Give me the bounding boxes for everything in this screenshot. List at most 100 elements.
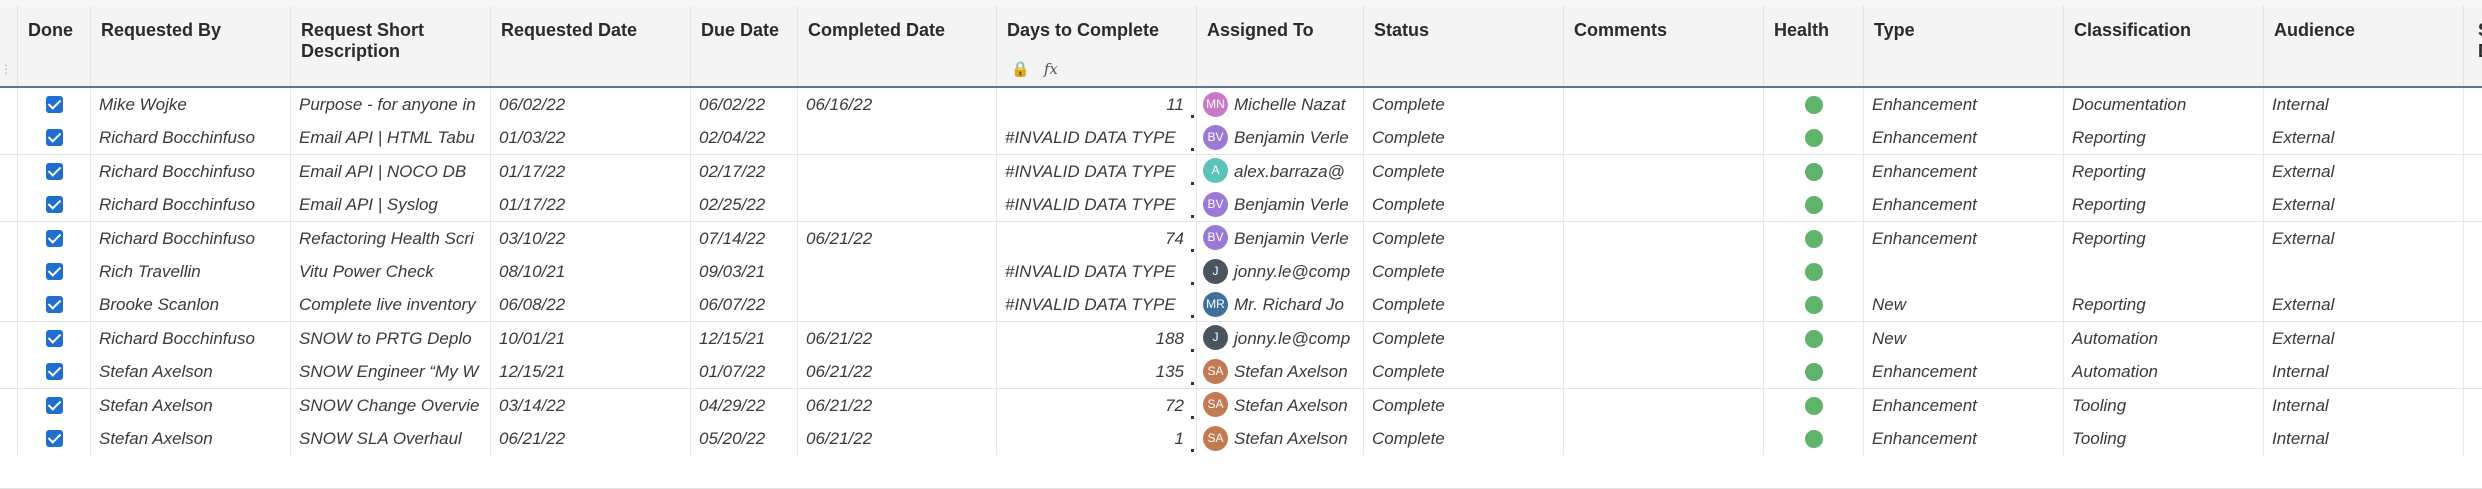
short-description-cell[interactable]: Complete live inventory (291, 288, 491, 322)
requested-by-cell[interactable]: Mike Wojke (91, 88, 291, 121)
row-drag-handle-icon[interactable]: ⋮ (0, 62, 12, 76)
status-cell[interactable]: Complete (1364, 288, 1564, 322)
comments-cell[interactable] (1564, 221, 1764, 255)
type-cell[interactable]: Enhancement (1864, 221, 2064, 255)
classification-cell[interactable]: Tooling (2064, 422, 2264, 455)
due-date-cell[interactable]: 07/14/22 (691, 221, 798, 255)
requested-date-cell[interactable]: 06/21/22 (491, 422, 691, 455)
type-cell[interactable]: Enhancement (1864, 121, 2064, 155)
comments-cell[interactable] (1564, 121, 1764, 155)
days-to-complete-cell[interactable]: 1 (997, 422, 1197, 455)
audience-cell[interactable]: External (2264, 221, 2464, 255)
extra-cell[interactable] (2464, 355, 2482, 388)
classification-cell[interactable]: Documentation (2064, 88, 2264, 121)
done-checkbox[interactable] (45, 196, 63, 214)
done-checkbox[interactable] (45, 129, 63, 147)
days-to-complete-cell[interactable]: 74 (997, 221, 1197, 255)
type-cell[interactable]: Enhancement (1864, 88, 2064, 121)
type-cell[interactable]: New (1864, 288, 2064, 322)
header-audience[interactable]: Audience (2264, 6, 2464, 86)
classification-cell[interactable]: Reporting (2064, 188, 2264, 222)
header-done[interactable]: Done (18, 6, 91, 86)
header-completed-date[interactable]: Completed Date (798, 6, 997, 86)
table-row[interactable]: Richard Bocchinfuso Email API | Syslog 0… (0, 188, 2482, 223)
requested-by-cell[interactable]: Brooke Scanlon (91, 288, 291, 322)
completed-date-cell[interactable] (798, 188, 997, 222)
extra-cell[interactable] (2464, 188, 2482, 221)
type-cell[interactable]: Enhancement (1864, 388, 2064, 422)
assigned-to-cell[interactable]: BV Benjamin Verle (1197, 221, 1364, 255)
days-to-complete-cell[interactable]: #INVALID DATA TYPE (997, 154, 1197, 188)
comments-cell[interactable] (1564, 88, 1764, 121)
done-cell[interactable] (18, 188, 91, 222)
due-date-cell[interactable]: 09/03/21 (691, 255, 798, 288)
due-date-cell[interactable]: 05/20/22 (691, 422, 798, 455)
empty-table-row[interactable] (0, 455, 2482, 489)
type-cell[interactable]: Enhancement (1864, 422, 2064, 455)
completed-date-cell[interactable]: 06/21/22 (798, 221, 997, 255)
status-cell[interactable]: Complete (1364, 255, 1564, 288)
type-cell[interactable]: Enhancement (1864, 355, 2064, 389)
days-to-complete-cell[interactable]: 135 (997, 355, 1197, 389)
extra-cell[interactable] (2464, 288, 2482, 321)
extra-cell[interactable] (2464, 422, 2482, 455)
done-cell[interactable] (18, 255, 91, 288)
health-cell[interactable] (1764, 255, 1864, 288)
done-checkbox[interactable] (45, 430, 63, 447)
extra-cell[interactable] (2464, 255, 2482, 288)
due-date-cell[interactable]: 02/25/22 (691, 188, 798, 222)
extra-cell[interactable] (2464, 155, 2482, 188)
extra-cell[interactable] (2464, 389, 2482, 422)
audience-cell[interactable]: External (2264, 321, 2464, 355)
short-description-cell[interactable]: SNOW Engineer “My W (291, 355, 491, 389)
days-to-complete-cell[interactable]: #INVALID DATA TYPE (997, 188, 1197, 222)
header-status[interactable]: Status (1364, 6, 1564, 86)
status-cell[interactable]: Complete (1364, 88, 1564, 121)
table-row[interactable]: Richard Bocchinfuso Refactoring Health S… (0, 221, 2482, 256)
type-cell[interactable]: Enhancement (1864, 154, 2064, 188)
requested-by-cell[interactable]: Stefan Axelson (91, 355, 291, 389)
completed-date-cell[interactable]: 06/21/22 (798, 355, 997, 389)
due-date-cell[interactable]: 02/17/22 (691, 154, 798, 188)
assigned-to-cell[interactable]: SA Stefan Axelson (1197, 422, 1364, 455)
requested-date-cell[interactable]: 06/02/22 (491, 88, 691, 121)
comments-cell[interactable] (1564, 188, 1764, 222)
due-date-cell[interactable]: 12/15/21 (691, 321, 798, 355)
extra-cell[interactable] (2464, 322, 2482, 355)
done-cell[interactable] (18, 121, 91, 155)
requested-date-cell[interactable]: 01/17/22 (491, 188, 691, 222)
requested-by-cell[interactable]: Richard Bocchinfuso (91, 221, 291, 255)
days-to-complete-cell[interactable]: #INVALID DATA TYPE (997, 121, 1197, 155)
comments-cell[interactable] (1564, 422, 1764, 455)
health-cell[interactable] (1764, 288, 1864, 322)
comments-cell[interactable] (1564, 154, 1764, 188)
done-cell[interactable] (18, 321, 91, 355)
completed-date-cell[interactable]: 06/21/22 (798, 388, 997, 422)
assigned-to-cell[interactable]: MR Mr. Richard Jo (1197, 288, 1364, 322)
classification-cell[interactable]: Reporting (2064, 121, 2264, 155)
requested-date-cell[interactable]: 12/15/21 (491, 355, 691, 389)
done-checkbox[interactable] (45, 263, 63, 280)
header-requested-by[interactable]: Requested By (91, 6, 291, 86)
comments-cell[interactable] (1564, 321, 1764, 355)
short-description-cell[interactable]: SNOW SLA Overhaul (291, 422, 491, 455)
audience-cell[interactable] (2264, 255, 2464, 288)
header-classification[interactable]: Classification (2064, 6, 2264, 86)
requested-by-cell[interactable]: Rich Travellin (91, 255, 291, 288)
header-health[interactable]: Health (1764, 6, 1864, 86)
header-short-description[interactable]: Request Short Description (291, 6, 491, 86)
health-cell[interactable] (1764, 188, 1864, 222)
short-description-cell[interactable]: Email API | NOCO DB (291, 154, 491, 188)
completed-date-cell[interactable]: 06/21/22 (798, 422, 997, 455)
due-date-cell[interactable]: 02/04/22 (691, 121, 798, 155)
completed-date-cell[interactable] (798, 154, 997, 188)
status-cell[interactable]: Complete (1364, 221, 1564, 255)
completed-date-cell[interactable] (798, 121, 997, 155)
header-type[interactable]: Type (1864, 6, 2064, 86)
completed-date-cell[interactable]: 06/21/22 (798, 321, 997, 355)
classification-cell[interactable] (2064, 255, 2264, 288)
extra-cell[interactable] (2464, 121, 2482, 154)
table-row[interactable]: Rich Travellin Vitu Power Check 08/10/21… (0, 255, 2482, 289)
health-cell[interactable] (1764, 121, 1864, 155)
done-cell[interactable] (18, 154, 91, 188)
